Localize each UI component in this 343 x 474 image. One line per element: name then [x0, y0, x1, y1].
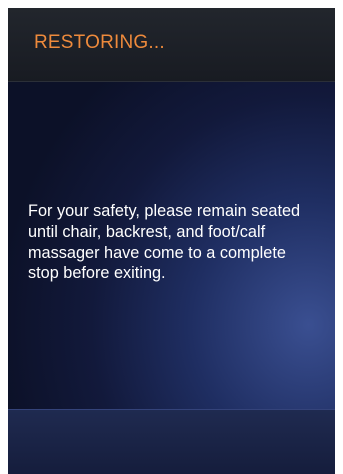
footer-bar	[8, 409, 335, 474]
screen: RESTORING... For your safety, please rem…	[0, 0, 343, 474]
safety-message: For your safety, please remain seated un…	[28, 202, 301, 283]
header-bar: RESTORING...	[8, 8, 335, 82]
restoring-panel: RESTORING... For your safety, please rem…	[8, 8, 335, 474]
status-title: RESTORING...	[34, 32, 165, 53]
